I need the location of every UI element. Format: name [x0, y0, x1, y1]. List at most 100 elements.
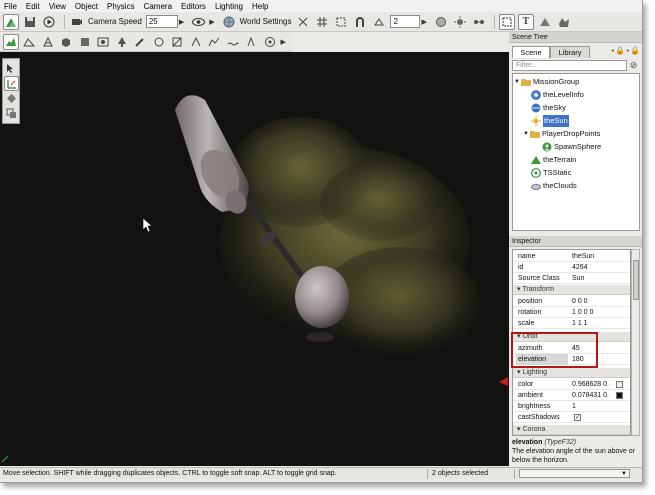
snap-rotate-icon[interactable]: [371, 14, 387, 30]
3d-viewport[interactable]: [0, 52, 509, 466]
save-icon[interactable]: [22, 14, 38, 30]
brush-icon[interactable]: [133, 34, 149, 50]
scale-tool-icon[interactable]: [4, 106, 19, 121]
visibility-eye-icon[interactable]: [190, 14, 206, 30]
grid-snap-icon[interactable]: [314, 14, 330, 30]
terrain-paint-icon[interactable]: [22, 34, 38, 50]
rotate-tool-icon[interactable]: [4, 91, 19, 106]
field-color[interactable]: color 0.968628 0.: [513, 379, 630, 390]
tree-item-missiongroup[interactable]: ▼ MissionGroup: [514, 76, 579, 88]
tree-item-theterrain[interactable]: theTerrain: [531, 154, 576, 166]
camera-icon[interactable]: [69, 14, 85, 30]
tsstatic-tool-icon[interactable]: [244, 34, 260, 50]
tree-item-tsstatic[interactable]: TSStatic: [531, 167, 571, 179]
ambient-swatch[interactable]: [616, 392, 623, 399]
bounds-snap-icon[interactable]: [333, 14, 349, 30]
folder-icon: [521, 77, 531, 87]
status-dropdown[interactable]: ▼: [519, 469, 630, 478]
forest-icon[interactable]: [114, 34, 130, 50]
camera-tool-icon[interactable]: [262, 34, 278, 50]
mesh-icon[interactable]: [77, 34, 93, 50]
snap-size-dropdown-icon[interactable]: ▶: [421, 18, 426, 26]
group-lighting[interactable]: ▾ Lighting: [513, 368, 630, 378]
menu-file[interactable]: File: [4, 2, 17, 11]
expand-arrow-icon[interactable]: ▼: [514, 76, 521, 88]
field-cast-shadows[interactable]: castShadows ✓: [513, 412, 630, 423]
clear-filter-icon[interactable]: ⊘: [628, 60, 639, 71]
camera-speed-input[interactable]: 25: [145, 15, 178, 28]
scene-tree-header: Scene Tree: [509, 32, 642, 43]
select-arrow-icon[interactable]: [4, 61, 19, 76]
shape-icon[interactable]: [40, 34, 56, 50]
tree-item-playerdroppoints[interactable]: ▼ PlayerDropPoints: [523, 128, 600, 140]
menu-bar: File Edit View Object Physics Camera Edi…: [0, 0, 642, 12]
menu-camera[interactable]: Camera: [144, 2, 172, 11]
group-transform[interactable]: ▾ Transform: [513, 285, 630, 295]
object-snap-icon[interactable]: [295, 14, 311, 30]
lighting-icon[interactable]: [452, 14, 468, 30]
select-object-icon[interactable]: [498, 13, 515, 30]
tree-item-thelevelinfo[interactable]: theLevelInfo: [531, 89, 584, 101]
tab-scene[interactable]: Scene: [512, 46, 550, 58]
menu-editors[interactable]: Editors: [181, 2, 206, 11]
sculpt-icon[interactable]: [151, 34, 167, 50]
tsstatic-icon: [531, 168, 541, 178]
node-edit-icon[interactable]: [188, 34, 204, 50]
object-toolbar-dropdown-icon[interactable]: ▶: [281, 38, 286, 46]
status-divider: [427, 469, 428, 479]
camera-speed-dropdown-icon[interactable]: ▶: [179, 18, 184, 26]
path-icon[interactable]: [170, 34, 186, 50]
terrain-editor-icon[interactable]: [3, 33, 19, 50]
node-icon[interactable]: [471, 14, 487, 30]
cast-shadows-checkbox[interactable]: ✓: [574, 414, 581, 421]
group-corona[interactable]: ▾ Corona: [513, 425, 630, 435]
field-name[interactable]: name theSun: [513, 251, 630, 262]
text-icon[interactable]: T: [517, 13, 534, 30]
field-scale[interactable]: scale 1 1 1: [513, 318, 630, 329]
tree-item-label: theSky: [543, 103, 566, 112]
box-icon[interactable]: [59, 34, 75, 50]
tab-library[interactable]: Library: [550, 46, 590, 58]
inspector-scrollbar[interactable]: [631, 249, 640, 436]
puzzle-icon[interactable]: [556, 14, 572, 30]
gizmo-tool-palette: [2, 58, 20, 124]
material-icon[interactable]: [96, 34, 112, 50]
menu-view[interactable]: View: [49, 2, 66, 11]
world-editor-icon[interactable]: [3, 13, 19, 30]
status-divider: [514, 469, 515, 479]
tree-item-thesky[interactable]: theSky: [531, 102, 566, 114]
snap-size-input[interactable]: 2: [390, 15, 421, 28]
menu-object[interactable]: Object: [75, 2, 98, 11]
menu-edit[interactable]: Edit: [26, 2, 40, 11]
level-info-icon: [531, 90, 541, 100]
field-description: elevation (TypeF32) The elevation angle …: [512, 438, 640, 465]
menu-lighting[interactable]: Lighting: [215, 2, 243, 11]
render-settings-icon[interactable]: [433, 14, 449, 30]
field-brightness[interactable]: brightness 1: [513, 401, 630, 412]
field-source-class: Source Class Sun: [513, 273, 630, 284]
tree-item-theclouds[interactable]: theClouds: [531, 180, 577, 192]
tree-item-spawnsphere[interactable]: SpawnSphere: [542, 141, 601, 153]
water-icon[interactable]: [225, 34, 241, 50]
play-icon[interactable]: [41, 14, 57, 30]
color-swatch[interactable]: [616, 381, 623, 388]
status-message: Move selection. SHIFT while dragging dup…: [3, 470, 337, 477]
scene-tree-lock-icons[interactable]: ▪🔒▪🔒: [611, 46, 641, 55]
cliff-icon[interactable]: [207, 34, 223, 50]
scene-filter-input[interactable]: Filter...: [512, 60, 627, 71]
tree-item-thesun[interactable]: theSun: [531, 115, 569, 127]
field-ambient[interactable]: ambient 0.078431 0.: [513, 390, 630, 401]
menu-help[interactable]: Help: [252, 2, 268, 11]
move-tool-icon[interactable]: [3, 76, 19, 91]
sun-icon: [531, 116, 541, 126]
camera-speed-label: Camera Speed: [88, 17, 142, 26]
scrollbar-thumb[interactable]: [633, 260, 639, 300]
world-settings-icon[interactable]: [221, 14, 237, 30]
visibility-dropdown-icon[interactable]: ▶: [209, 18, 214, 26]
field-position[interactable]: position 0 0 0: [513, 296, 630, 307]
decal-icon[interactable]: [537, 14, 553, 30]
menu-physics[interactable]: Physics: [107, 2, 135, 11]
field-rotation[interactable]: rotation 1 0 0 0: [513, 307, 630, 318]
expand-arrow-icon[interactable]: ▼: [523, 128, 530, 140]
magnet-snap-icon[interactable]: [352, 14, 368, 30]
